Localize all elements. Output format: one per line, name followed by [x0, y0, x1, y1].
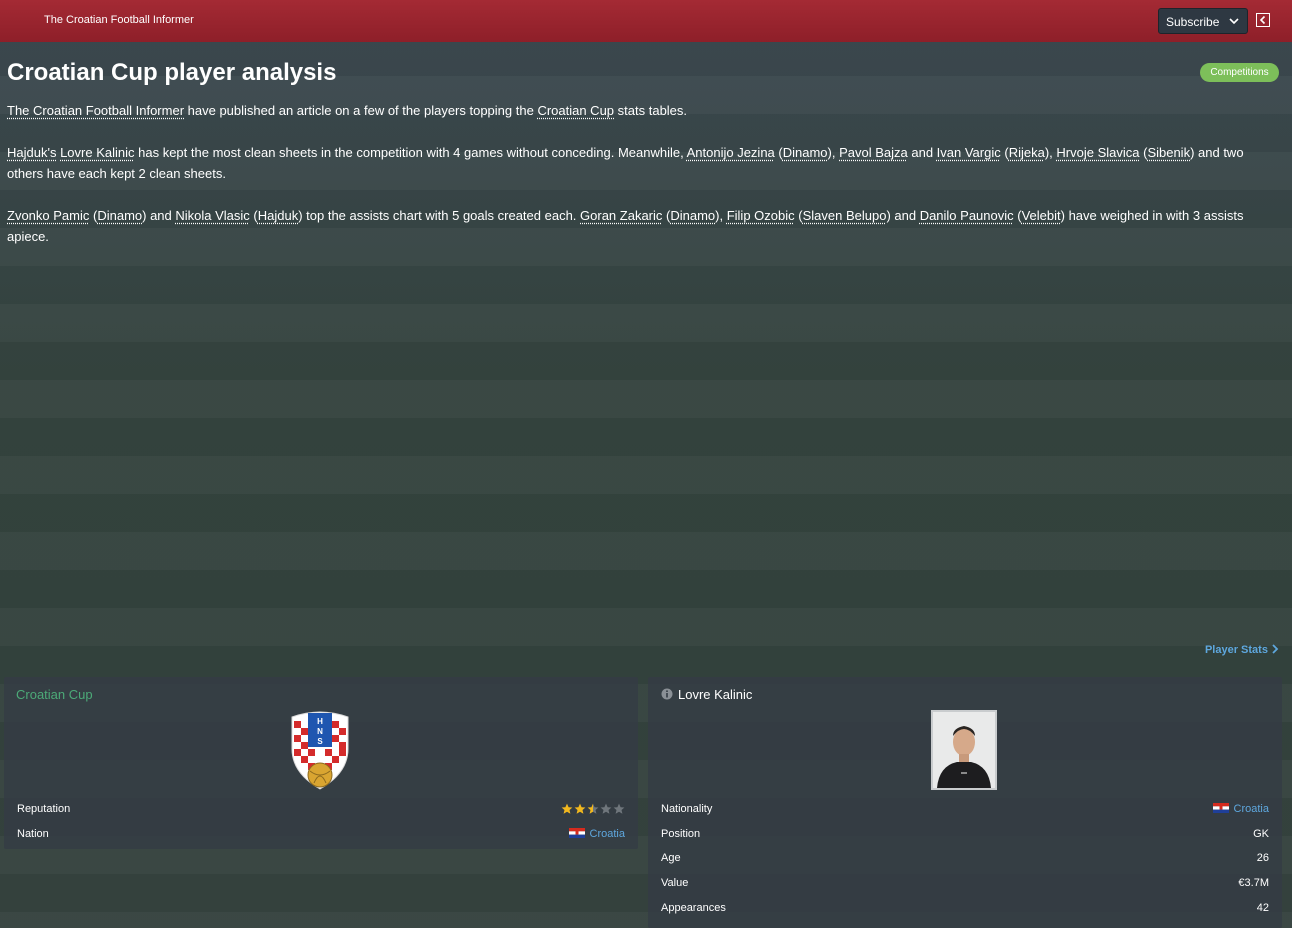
nationality-value[interactable]: Croatia: [1212, 803, 1269, 815]
paragraph-text: has kept the most clean sheets in the co…: [134, 145, 687, 160]
article-title: Croatian Cup player analysis: [7, 59, 337, 86]
position-label: Position: [661, 828, 701, 840]
nationality-label: Nationality: [661, 803, 713, 815]
player-portrait-icon: [933, 712, 995, 788]
info-icon[interactable]: [660, 687, 674, 701]
star-icon: [613, 803, 625, 814]
club-link[interactable]: Hajduk's: [7, 145, 56, 160]
paragraph-text: ) and: [886, 208, 920, 223]
article-paragraph-3: Zvonko Pamic (Dinamo) and Nikola Vlasic …: [7, 205, 1279, 247]
nation-name: Croatia: [589, 828, 625, 840]
star-icon: [600, 803, 612, 814]
player-link[interactable]: Zvonko Pamic: [7, 208, 89, 223]
reputation-label: Reputation: [17, 803, 71, 815]
paragraph-text: (: [1000, 145, 1009, 160]
player-stats-label: Player Stats: [1204, 644, 1268, 656]
club-link[interactable]: Rijeka: [1009, 145, 1045, 160]
age-label: Age: [661, 852, 681, 864]
player-link[interactable]: Pavol Bajza: [839, 145, 908, 160]
club-link[interactable]: Dinamo: [783, 145, 828, 160]
svg-text:S: S: [317, 737, 323, 746]
nation-row: Nation Croatia: [17, 826, 625, 844]
club-link[interactable]: Sibenik: [1147, 145, 1190, 160]
player-link[interactable]: Filip Ozobic: [727, 208, 795, 223]
position-value: GK: [1253, 828, 1269, 840]
appearances-value: 42: [1256, 902, 1269, 914]
paragraph-text: (: [1013, 208, 1022, 223]
paragraph-text: ) top the assists chart with 5 goals cre…: [298, 208, 581, 223]
news-header-bar: The Croatian Football Informer Subscribe: [0, 0, 1292, 42]
appearances-label: Appearances: [661, 902, 726, 914]
paragraph-text: stats tables.: [614, 103, 688, 118]
nationality-name: Croatia: [1233, 803, 1269, 815]
subscribe-label: Subscribe: [1166, 15, 1220, 29]
croatia-flag-icon: [1212, 803, 1229, 813]
nation-value[interactable]: Croatia: [568, 828, 625, 840]
competition-card: Croatian Cup H N S Reputation Nation Cro…: [4, 677, 638, 849]
paragraph-text: and: [907, 145, 937, 160]
player-link[interactable]: Goran Zakaric: [580, 208, 662, 223]
club-link[interactable]: Slaven Belupo: [803, 208, 887, 223]
collapse-panel-icon[interactable]: [1256, 13, 1270, 27]
category-tag[interactable]: Competitions: [1200, 63, 1279, 82]
article-paragraph-2: Hajduk's Lovre Kalinic has kept the most…: [7, 142, 1279, 184]
competition-name-link[interactable]: Croatian Cup: [16, 687, 93, 702]
subscribe-dropdown[interactable]: Subscribe: [1158, 8, 1248, 34]
club-link[interactable]: Hajduk: [258, 208, 298, 223]
competition-link[interactable]: Croatian Cup: [537, 103, 614, 118]
player-link[interactable]: Ivan Vargic: [937, 145, 1001, 160]
paragraph-text: (: [774, 145, 783, 160]
value-row: Value €3.7M: [661, 875, 1269, 893]
article-paragraph-1: The Croatian Football Informer have publ…: [7, 100, 1279, 121]
svg-text:H: H: [317, 717, 323, 726]
hns-crest-icon: H N S: [291, 711, 349, 790]
value-value: €3.7M: [1238, 877, 1269, 889]
paragraph-text: ),: [715, 208, 727, 223]
club-link[interactable]: Velebit: [1022, 208, 1061, 223]
paragraph-text: (: [249, 208, 258, 223]
position-row: Position GK: [661, 826, 1269, 844]
chevron-right-icon: [1272, 644, 1279, 654]
croatia-flag-icon: [568, 828, 585, 838]
newspaper-link[interactable]: The Croatian Football Informer: [7, 103, 184, 118]
paragraph-text: ),: [827, 145, 840, 160]
nationality-row: Nationality Croatia: [661, 801, 1269, 819]
reputation-row: Reputation: [17, 801, 625, 819]
player-photo[interactable]: [931, 710, 997, 790]
news-source-name[interactable]: The Croatian Football Informer: [44, 14, 194, 26]
appearances-row: Appearances 42: [661, 900, 1269, 918]
svg-text:N: N: [317, 727, 323, 736]
club-link[interactable]: Dinamo: [670, 208, 715, 223]
star-icon: [574, 803, 586, 814]
star-icon: [561, 803, 573, 814]
star-icon: [587, 803, 599, 814]
nation-label: Nation: [17, 828, 49, 840]
age-value: 26: [1256, 852, 1269, 864]
player-link[interactable]: Antonijo Jezina: [687, 145, 775, 160]
reputation-stars: [560, 803, 625, 818]
paragraph-text: have published an article on a few of th…: [184, 103, 538, 118]
value-label: Value: [661, 877, 689, 889]
paragraph-text: (: [794, 208, 803, 223]
player-link[interactable]: Hrvoje Slavica: [1056, 145, 1139, 160]
age-row: Age 26: [661, 850, 1269, 868]
player-stats-link[interactable]: Player Stats: [1205, 644, 1279, 656]
player-link[interactable]: Nikola Vlasic: [175, 208, 249, 223]
chevron-down-icon: [1229, 18, 1239, 25]
player-card: Lovre Kalinic Nationality Croatia Positi…: [648, 677, 1282, 928]
player-link[interactable]: Danilo Paunovic: [920, 208, 1014, 223]
player-name-link[interactable]: Lovre Kalinic: [678, 687, 752, 702]
player-link[interactable]: Lovre Kalinic: [60, 145, 134, 160]
club-link[interactable]: Dinamo: [97, 208, 142, 223]
paragraph-text: ),: [1044, 145, 1057, 160]
paragraph-text: ) and: [142, 208, 176, 223]
